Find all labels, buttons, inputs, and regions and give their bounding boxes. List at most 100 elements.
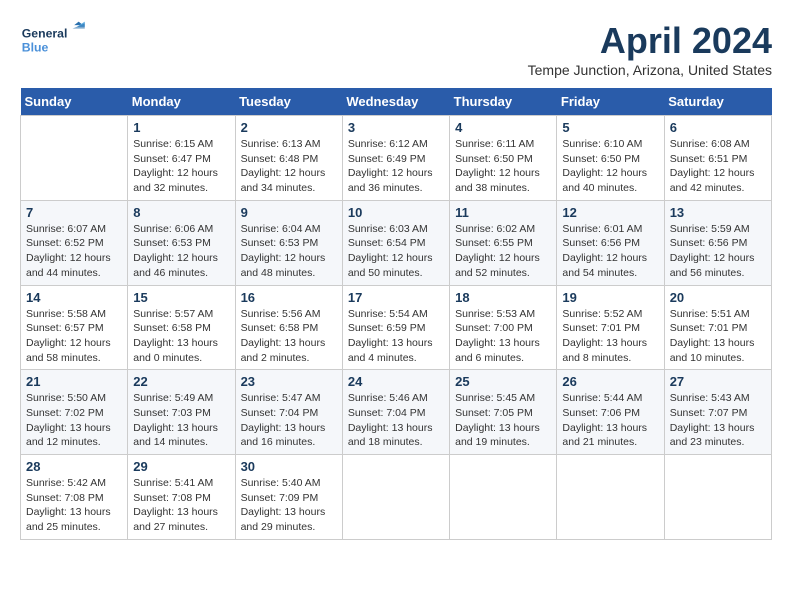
day-info: Sunrise: 5:41 AM Sunset: 7:08 PM Dayligh… <box>133 476 229 535</box>
page-header: General Blue April 2024 Tempe Junction, … <box>20 20 772 78</box>
header-cell-saturday: Saturday <box>664 88 771 116</box>
day-number: 30 <box>241 459 337 474</box>
calendar-cell: 13 Sunrise: 5:59 AM Sunset: 6:56 PM Dayli… <box>664 200 771 285</box>
calendar-cell: 24 Sunrise: 5:46 AM Sunset: 7:04 PM Dayli… <box>342 370 449 455</box>
calendar-week-1: 1 Sunrise: 6:15 AM Sunset: 6:47 PM Daylig… <box>21 116 772 201</box>
day-number: 25 <box>455 374 551 389</box>
calendar-cell: 20Sunrise: 5:51 AM Sunset: 7:01 PM Dayli… <box>664 285 771 370</box>
calendar-cell: 28 Sunrise: 5:42 AM Sunset: 7:08 PM Dayli… <box>21 455 128 540</box>
day-info: Sunrise: 5:40 AM Sunset: 7:09 PM Dayligh… <box>241 476 337 535</box>
calendar-week-2: 7 Sunrise: 6:07 AM Sunset: 6:52 PM Daylig… <box>21 200 772 285</box>
day-info: Sunrise: 5:46 AM Sunset: 7:04 PM Dayligh… <box>348 391 444 450</box>
day-number: 18 <box>455 290 551 305</box>
logo: General Blue <box>20 20 90 60</box>
calendar-cell <box>342 455 449 540</box>
day-number: 9 <box>241 205 337 220</box>
day-number: 14 <box>26 290 122 305</box>
calendar-header: SundayMondayTuesdayWednesdayThursdayFrid… <box>21 88 772 116</box>
day-number: 13 <box>670 205 766 220</box>
calendar-cell <box>664 455 771 540</box>
day-info: Sunrise: 5:58 AM Sunset: 6:57 PM Dayligh… <box>26 307 122 366</box>
day-number: 19 <box>562 290 658 305</box>
calendar-cell: 5 Sunrise: 6:10 AM Sunset: 6:50 PM Daylig… <box>557 116 664 201</box>
calendar-cell <box>450 455 557 540</box>
calendar-week-5: 28 Sunrise: 5:42 AM Sunset: 7:08 PM Dayli… <box>21 455 772 540</box>
day-info: Sunrise: 6:06 AM Sunset: 6:53 PM Dayligh… <box>133 222 229 281</box>
day-number: 12 <box>562 205 658 220</box>
calendar-cell <box>557 455 664 540</box>
calendar-cell: 25 Sunrise: 5:45 AM Sunset: 7:05 PM Dayli… <box>450 370 557 455</box>
day-number: 8 <box>133 205 229 220</box>
calendar-cell: 10 Sunrise: 6:03 AM Sunset: 6:54 PM Dayli… <box>342 200 449 285</box>
day-info: Sunrise: 5:45 AM Sunset: 7:05 PM Dayligh… <box>455 391 551 450</box>
header-cell-sunday: Sunday <box>21 88 128 116</box>
calendar-cell: 6Sunrise: 6:08 AM Sunset: 6:51 PM Daylig… <box>664 116 771 201</box>
day-info: Sunrise: 6:03 AM Sunset: 6:54 PM Dayligh… <box>348 222 444 281</box>
day-number: 16 <box>241 290 337 305</box>
calendar-cell: 27 Sunrise: 5:43 AM Sunset: 7:07 PM Dayli… <box>664 370 771 455</box>
day-info: Sunrise: 6:15 AM Sunset: 6:47 PM Dayligh… <box>133 137 229 196</box>
svg-text:General: General <box>22 26 68 40</box>
day-number: 4 <box>455 120 551 135</box>
calendar-cell: 30 Sunrise: 5:40 AM Sunset: 7:09 PM Dayli… <box>235 455 342 540</box>
day-number: 22 <box>133 374 229 389</box>
header-cell-wednesday: Wednesday <box>342 88 449 116</box>
calendar-cell: 22 Sunrise: 5:49 AM Sunset: 7:03 PM Dayli… <box>128 370 235 455</box>
calendar-cell: 8 Sunrise: 6:06 AM Sunset: 6:53 PM Daylig… <box>128 200 235 285</box>
day-info: Sunrise: 5:42 AM Sunset: 7:08 PM Dayligh… <box>26 476 122 535</box>
logo-bird-icon: General Blue <box>20 20 90 60</box>
header-cell-friday: Friday <box>557 88 664 116</box>
day-number: 24 <box>348 374 444 389</box>
day-info: Sunrise: 6:12 AM Sunset: 6:49 PM Dayligh… <box>348 137 444 196</box>
day-info: Sunrise: 5:53 AM Sunset: 7:00 PM Dayligh… <box>455 307 551 366</box>
calendar-cell: 4 Sunrise: 6:11 AM Sunset: 6:50 PM Daylig… <box>450 116 557 201</box>
day-info: Sunrise: 5:49 AM Sunset: 7:03 PM Dayligh… <box>133 391 229 450</box>
day-info: Sunrise: 5:52 AM Sunset: 7:01 PM Dayligh… <box>562 307 658 366</box>
calendar-cell <box>21 116 128 201</box>
day-info: Sunrise: 5:47 AM Sunset: 7:04 PM Dayligh… <box>241 391 337 450</box>
header-cell-thursday: Thursday <box>450 88 557 116</box>
calendar-cell: 17 Sunrise: 5:54 AM Sunset: 6:59 PM Dayli… <box>342 285 449 370</box>
day-number: 27 <box>670 374 766 389</box>
day-number: 1 <box>133 120 229 135</box>
day-info: Sunrise: 6:01 AM Sunset: 6:56 PM Dayligh… <box>562 222 658 281</box>
day-number: 2 <box>241 120 337 135</box>
day-number: 6 <box>670 120 766 135</box>
day-number: 15 <box>133 290 229 305</box>
day-info: Sunrise: 6:11 AM Sunset: 6:50 PM Dayligh… <box>455 137 551 196</box>
svg-text:Blue: Blue <box>22 40 49 54</box>
calendar-cell: 21Sunrise: 5:50 AM Sunset: 7:02 PM Dayli… <box>21 370 128 455</box>
day-number: 17 <box>348 290 444 305</box>
header-cell-monday: Monday <box>128 88 235 116</box>
calendar-cell: 16 Sunrise: 5:56 AM Sunset: 6:58 PM Dayli… <box>235 285 342 370</box>
calendar-cell: 18 Sunrise: 5:53 AM Sunset: 7:00 PM Dayli… <box>450 285 557 370</box>
calendar-title: April 2024 <box>528 20 772 62</box>
day-info: Sunrise: 6:10 AM Sunset: 6:50 PM Dayligh… <box>562 137 658 196</box>
header-row: SundayMondayTuesdayWednesdayThursdayFrid… <box>21 88 772 116</box>
day-info: Sunrise: 5:43 AM Sunset: 7:07 PM Dayligh… <box>670 391 766 450</box>
day-number: 29 <box>133 459 229 474</box>
day-number: 28 <box>26 459 122 474</box>
calendar-cell: 14 Sunrise: 5:58 AM Sunset: 6:57 PM Dayli… <box>21 285 128 370</box>
day-info: Sunrise: 5:57 AM Sunset: 6:58 PM Dayligh… <box>133 307 229 366</box>
day-info: Sunrise: 6:07 AM Sunset: 6:52 PM Dayligh… <box>26 222 122 281</box>
calendar-cell: 29 Sunrise: 5:41 AM Sunset: 7:08 PM Dayli… <box>128 455 235 540</box>
day-info: Sunrise: 6:02 AM Sunset: 6:55 PM Dayligh… <box>455 222 551 281</box>
calendar-cell: 12 Sunrise: 6:01 AM Sunset: 6:56 PM Dayli… <box>557 200 664 285</box>
day-number: 3 <box>348 120 444 135</box>
day-number: 10 <box>348 205 444 220</box>
day-info: Sunrise: 6:04 AM Sunset: 6:53 PM Dayligh… <box>241 222 337 281</box>
calendar-cell: 11 Sunrise: 6:02 AM Sunset: 6:55 PM Dayli… <box>450 200 557 285</box>
day-number: 11 <box>455 205 551 220</box>
calendar-week-3: 14 Sunrise: 5:58 AM Sunset: 6:57 PM Dayli… <box>21 285 772 370</box>
calendar-cell: 26Sunrise: 5:44 AM Sunset: 7:06 PM Dayli… <box>557 370 664 455</box>
day-number: 7 <box>26 205 122 220</box>
day-info: Sunrise: 5:54 AM Sunset: 6:59 PM Dayligh… <box>348 307 444 366</box>
header-cell-tuesday: Tuesday <box>235 88 342 116</box>
day-info: Sunrise: 5:50 AM Sunset: 7:02 PM Dayligh… <box>26 391 122 450</box>
day-number: 5 <box>562 120 658 135</box>
day-info: Sunrise: 5:59 AM Sunset: 6:56 PM Dayligh… <box>670 222 766 281</box>
day-info: Sunrise: 5:56 AM Sunset: 6:58 PM Dayligh… <box>241 307 337 366</box>
day-number: 20 <box>670 290 766 305</box>
day-number: 23 <box>241 374 337 389</box>
